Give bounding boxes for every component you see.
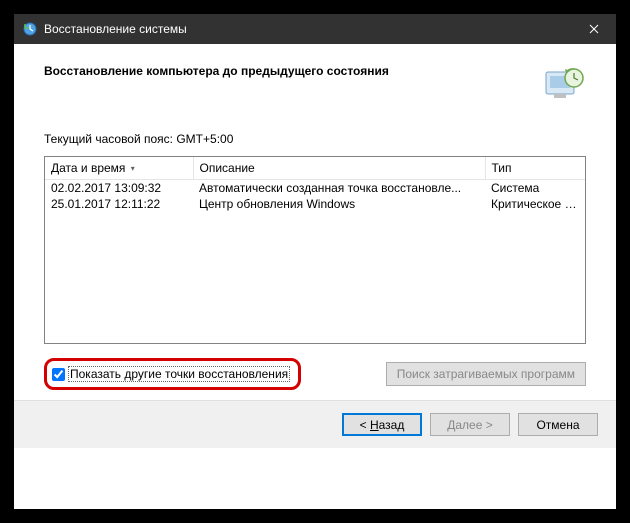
titlebar: Восстановление системы (14, 14, 616, 44)
window-title: Восстановление системы (44, 22, 571, 36)
system-restore-hero-icon (542, 64, 586, 104)
next-button: Далее > (430, 413, 510, 436)
back-button[interactable]: < Назад (342, 413, 422, 436)
highlight-annotation: Показать другие точки восстановления (44, 358, 301, 390)
cancel-button[interactable]: Отмена (518, 413, 598, 436)
column-header-type[interactable]: Тип (485, 157, 585, 180)
content-area: Восстановление компьютера до предыдущего… (14, 44, 616, 400)
dialog-footer: < Назад Далее > Отмена (14, 400, 616, 448)
column-header-description[interactable]: Описание (193, 157, 485, 180)
page-heading: Восстановление компьютера до предыдущего… (44, 64, 389, 78)
table-row[interactable]: 25.01.2017 12:11:22 Центр обновления Win… (45, 196, 585, 212)
dialog-window: Восстановление системы Восстановление ко… (14, 14, 616, 509)
timezone-label: Текущий часовой пояс: GMT+5:00 (44, 132, 586, 146)
sort-desc-icon: ▾ (131, 164, 135, 173)
show-more-points-label[interactable]: Показать другие точки восстановления (68, 366, 290, 382)
show-more-points-checkbox[interactable] (52, 368, 65, 381)
restore-points-table[interactable]: Дата и время ▾ Описание Тип 02.02.2017 1… (44, 156, 586, 344)
close-button[interactable] (571, 14, 616, 44)
column-header-datetime[interactable]: Дата и время ▾ (45, 157, 193, 180)
table-row[interactable]: 02.02.2017 13:09:32 Автоматически создан… (45, 180, 585, 197)
scan-affected-programs-button: Поиск затрагиваемых программ (386, 362, 586, 386)
restore-icon (22, 21, 38, 37)
